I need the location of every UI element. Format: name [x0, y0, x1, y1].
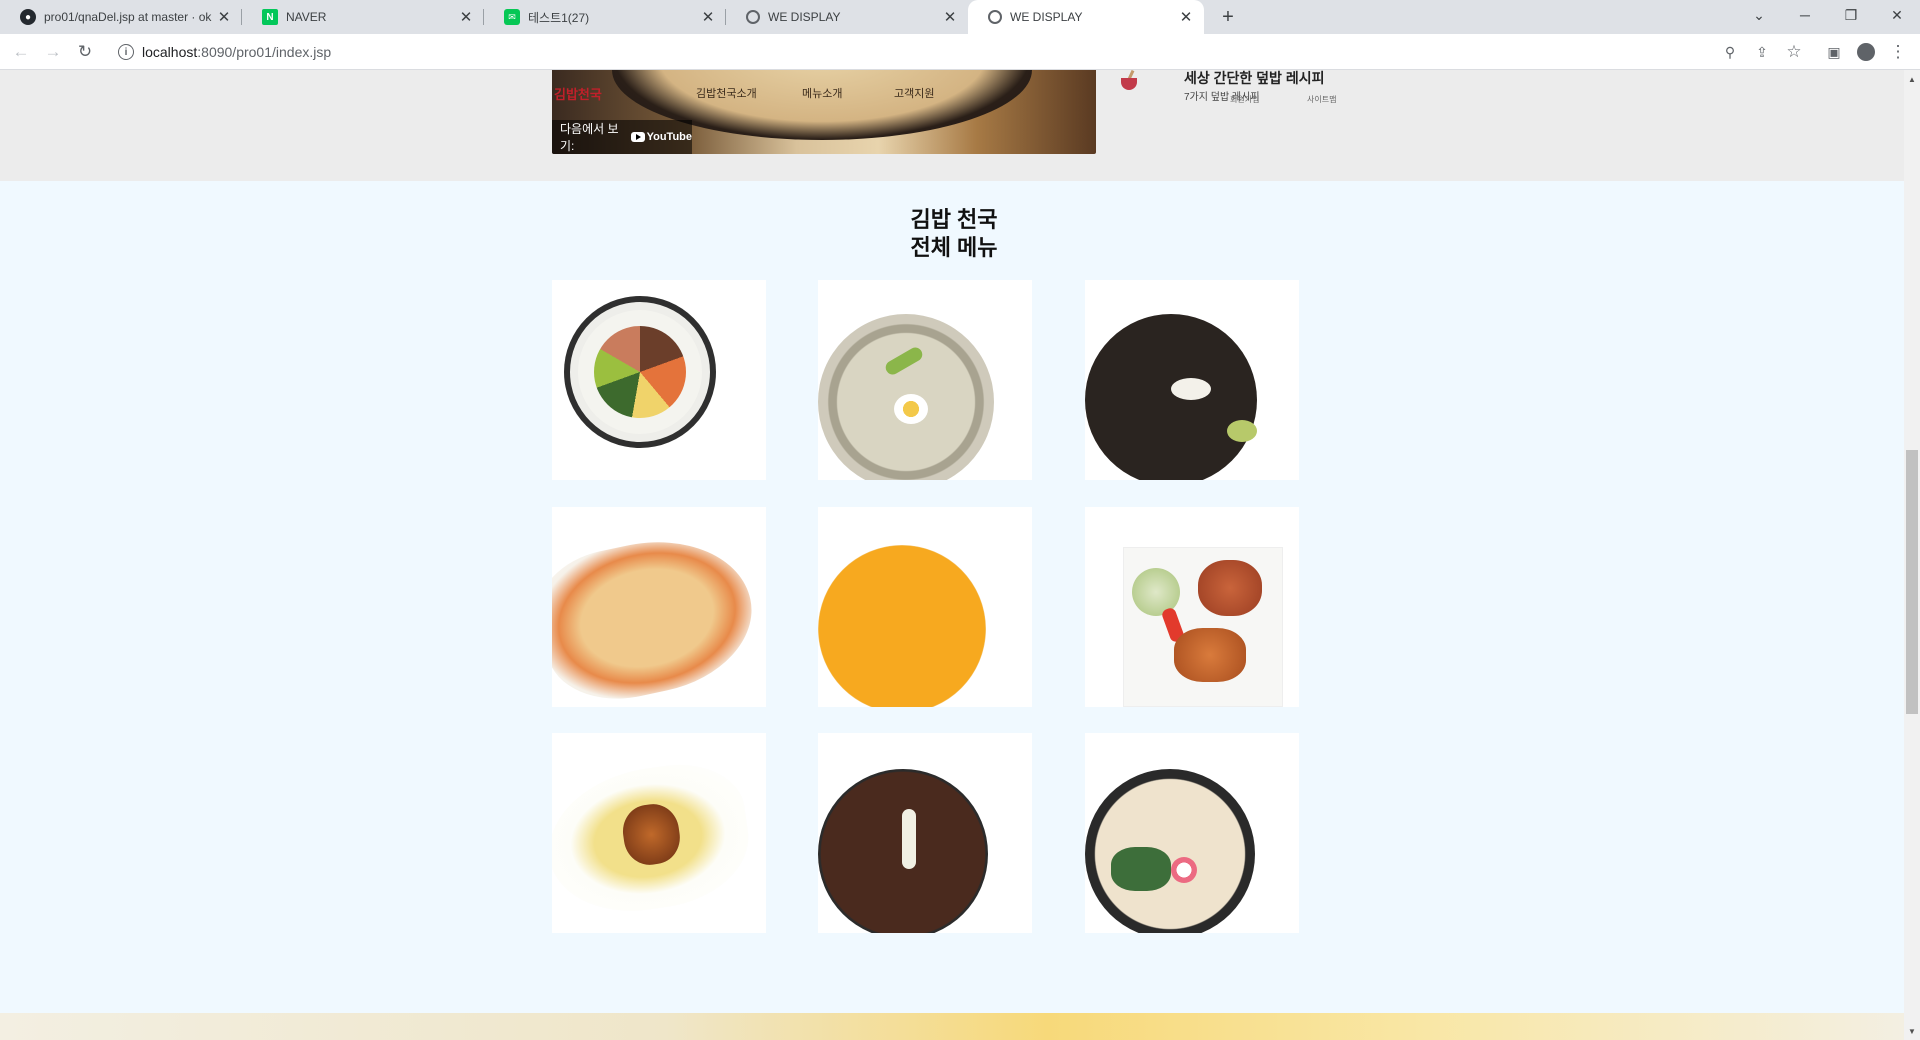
close-icon[interactable]: ✕ [940, 7, 960, 27]
kimbap-image [564, 296, 716, 448]
scroll-up-icon[interactable]: ▲ [1904, 72, 1920, 86]
tab-title: NAVER [286, 10, 327, 24]
menu-item-kimbap[interactable] [552, 280, 766, 480]
tab-title: WE DISPLAY [1010, 10, 1083, 24]
close-icon[interactable]: ✕ [698, 7, 718, 27]
tab-github[interactable]: ● pro01/qnaDel.jsp at master · ok ✕ [0, 0, 242, 34]
site-info-icon[interactable]: i [118, 44, 134, 60]
tab-title: WE DISPLAY [768, 10, 841, 24]
next-section-banner [0, 1013, 1904, 1040]
tab-strip: ● pro01/qnaDel.jsp at master · ok ✕ N NA… [0, 0, 1920, 34]
youtube-logo: YouTube [630, 131, 692, 143]
minimize-button[interactable]: ─ [1782, 0, 1828, 30]
udon-image [1085, 769, 1255, 933]
zoom-icon[interactable]: ⚲ [1718, 40, 1742, 64]
menu-heading-line2: 전체 메뉴 [910, 235, 998, 260]
menu-heading-line1: 김밥 천국 [910, 207, 998, 232]
close-window-button[interactable]: ✕ [1874, 0, 1920, 30]
back-icon[interactable]: ← [9, 40, 33, 64]
tab-search-icon[interactable]: ⌄ [1736, 0, 1782, 30]
naver-icon: N [262, 9, 278, 25]
page-scrollbar[interactable]: ▲ ▼ [1904, 70, 1920, 1040]
reload-icon[interactable]: ↻ [73, 40, 97, 64]
menu-item-pork-cutlet[interactable] [1085, 507, 1299, 707]
globe-icon [988, 10, 1002, 24]
menu-item-naengmyeon[interactable] [818, 280, 1032, 480]
youtube-embed[interactable]: 김밥천국 김밥천국소개 메뉴소개 고객지원 다음에서 보기: YouTube [552, 70, 1096, 154]
menu-item-omurice[interactable] [552, 733, 766, 933]
menu-item-pizza-gratin[interactable] [552, 507, 766, 707]
scroll-down-icon[interactable]: ▼ [1904, 1024, 1920, 1038]
watch-on-youtube-bar[interactable]: 다음에서 보기: YouTube [552, 120, 692, 154]
share-icon[interactable]: ⇪ [1750, 40, 1774, 64]
menu-kebab-icon[interactable]: ⋮ [1886, 40, 1910, 64]
recipe-title[interactable]: 세상 간단한 덮밥 레시피 [1184, 70, 1324, 88]
bulgogi-stew-image [818, 769, 988, 933]
tab-we-display-active[interactable]: WE DISPLAY ✕ [968, 0, 1204, 34]
menu-item-bulgogi-stew[interactable] [818, 733, 1032, 933]
profile-icon[interactable] [1854, 40, 1878, 64]
bookmark-star-icon[interactable]: ☆ [1782, 40, 1806, 64]
video-section: 김밥천국 김밥천국소개 메뉴소개 고객지원 다음에서 보기: YouTube 세… [0, 70, 1904, 181]
address-bar[interactable]: i localhost:8090/pro01/index.jsp [110, 38, 1750, 66]
video-nav-item: 메뉴소개 [802, 88, 843, 100]
signup-link[interactable]: 회원가입 [1230, 94, 1259, 105]
pumpkin-porridge-image [818, 545, 986, 707]
video-brand-logo: 김밥천국 [554, 87, 602, 102]
menu-item-pumpkin-porridge[interactable] [818, 507, 1032, 707]
tab-line[interactable]: ✉ 테스트1(27) ✕ [484, 0, 726, 34]
jjajangmyeon-image [1085, 314, 1257, 480]
menu-heading: 김밥 천국 전체 메뉴 [804, 206, 1104, 262]
side-panel-icon[interactable]: ▣ [1822, 40, 1846, 64]
menu-item-jjajangmyeon[interactable] [1085, 280, 1299, 480]
watch-label: 다음에서 보기: [560, 122, 619, 153]
url-path: :8090/pro01/index.jsp [197, 44, 332, 60]
sitemap-link[interactable]: 사이트맵 [1307, 94, 1336, 105]
naengmyeon-image [818, 314, 994, 480]
play-icon [630, 132, 645, 142]
recipe-thumbnail[interactable] [1117, 70, 1147, 92]
close-icon[interactable]: ✕ [1176, 7, 1196, 27]
browser-toolbar: ← → ↻ i localhost:8090/pro01/index.jsp ⚲… [0, 34, 1920, 70]
pork-cutlet-image [1123, 547, 1283, 707]
new-tab-button[interactable]: + [1214, 3, 1242, 31]
tab-naver[interactable]: N NAVER ✕ [242, 0, 484, 34]
video-nav-item: 고객지원 [894, 88, 935, 100]
page-viewport: 김밥천국 김밥천국소개 메뉴소개 고객지원 다음에서 보기: YouTube 세… [0, 70, 1904, 1040]
tab-we-display-1[interactable]: WE DISPLAY ✕ [726, 0, 968, 34]
globe-icon [746, 10, 760, 24]
restore-button[interactable]: ❐ [1828, 0, 1874, 30]
github-icon: ● [20, 9, 36, 25]
scrollbar-thumb[interactable] [1906, 450, 1918, 714]
pizza-gratin-image [552, 522, 766, 707]
url-host: localhost [142, 44, 198, 60]
close-icon[interactable]: ✕ [456, 7, 476, 27]
tab-title: pro01/qnaDel.jsp at master · ok [44, 10, 212, 24]
menu-item-udon[interactable] [1085, 733, 1299, 933]
forward-icon[interactable]: → [41, 40, 65, 64]
close-icon[interactable]: ✕ [214, 7, 234, 27]
tab-title: 테스트1(27) [528, 10, 590, 25]
video-nav-item: 김밥천국소개 [696, 88, 757, 100]
omurice-image [552, 755, 757, 923]
line-icon: ✉ [504, 9, 520, 25]
